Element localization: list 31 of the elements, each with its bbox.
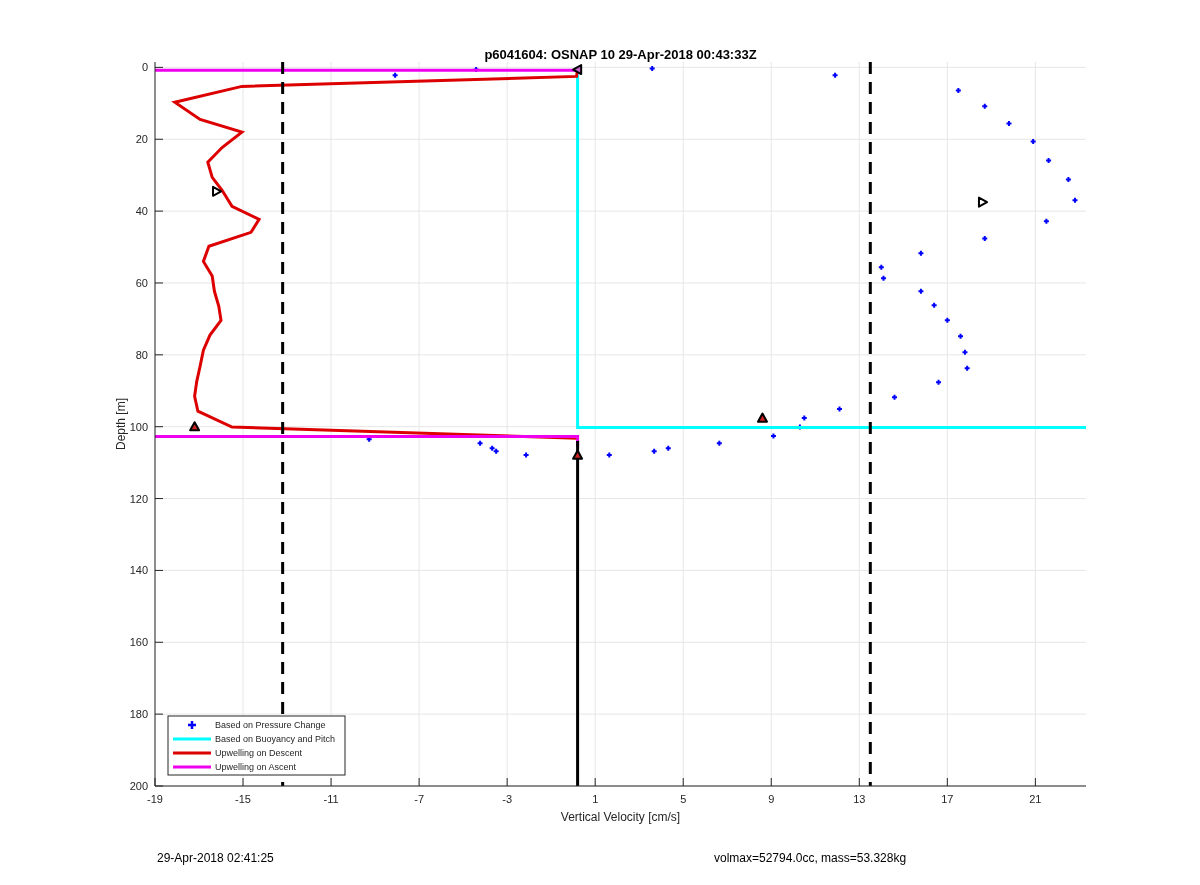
y-tick-label: 160 (129, 636, 148, 649)
legend-label: Based on Buoyancy and Pitch (215, 734, 336, 744)
y-tick-label: 140 (129, 564, 148, 577)
y-tick-label: 20 (135, 133, 148, 146)
x-tick-label: 1 (592, 793, 599, 805)
x-tick-label: 5 (680, 793, 687, 805)
x-tick-label: 9 (768, 793, 775, 805)
x-tick-label: 17 (941, 793, 954, 805)
x-tick-label: -7 (414, 793, 424, 805)
y-tick-label: 0 (141, 61, 148, 74)
x-tick-label: -19 (147, 793, 163, 805)
y-tick-label: 120 (129, 492, 148, 505)
y-tick-label: 80 (135, 348, 148, 361)
y-axis-label: Depth [m] (114, 398, 128, 450)
legend-label: Upwelling on Descent (215, 748, 303, 758)
x-tick-label: -15 (235, 793, 251, 805)
timestamp-text: 29-Apr-2018 02:41:25 (157, 851, 275, 865)
x-tick-label: -3 (502, 793, 513, 805)
legend-label: Based on Pressure Change (215, 720, 326, 730)
chart-title: p6041604: OSNAP 10 29-Apr-2018 00:43:33Z (484, 47, 757, 62)
y-tick-label: 200 (129, 780, 148, 792)
legend-label: Upwelling on Ascent (215, 762, 297, 772)
y-tick-label: 40 (135, 205, 148, 218)
x-axis-label: Vertical Velocity [cm/s] (560, 810, 681, 824)
x-tick-label: 21 (1029, 793, 1042, 805)
x-tick-label: 13 (853, 793, 866, 805)
x-tick-label: -11 (323, 793, 339, 805)
summary-text: volmax=52794.0cc, mass=53.328kg (714, 851, 908, 865)
y-tick-label: 100 (129, 420, 148, 433)
y-tick-label: 60 (135, 276, 148, 289)
y-tick-label: 180 (129, 708, 148, 721)
